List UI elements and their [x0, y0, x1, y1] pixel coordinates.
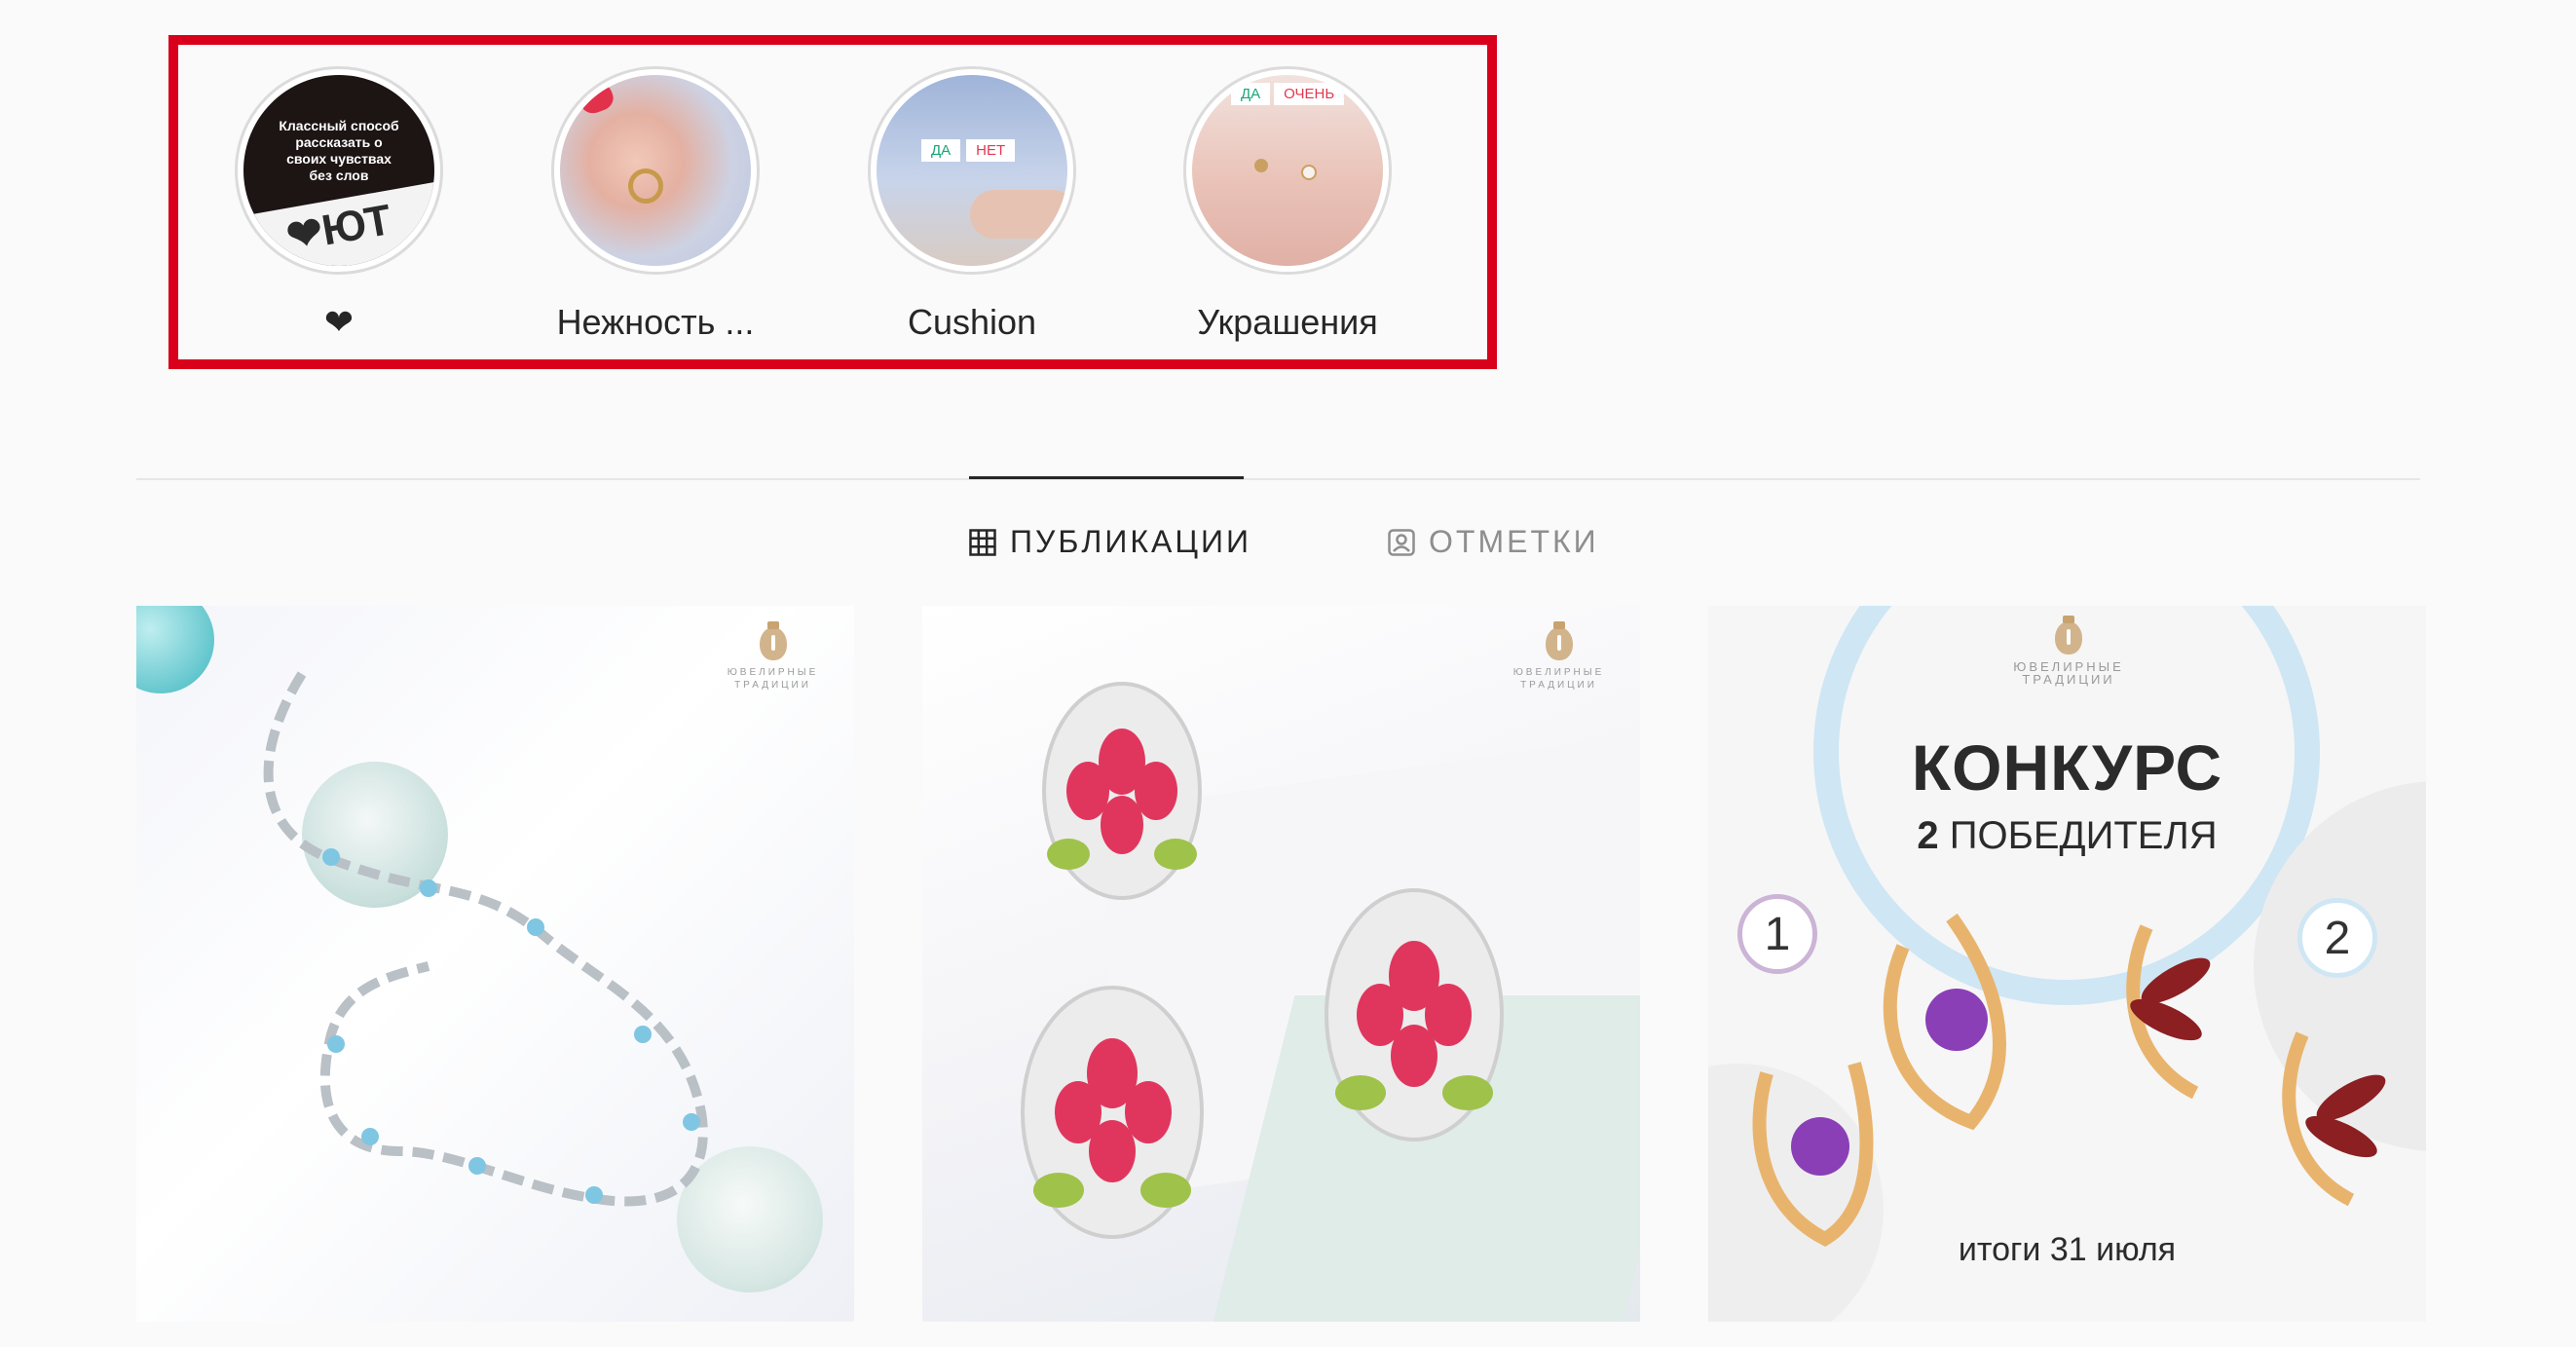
highlight-label: Нежность ... — [556, 302, 755, 342]
poll-option-yes: ДА — [921, 139, 961, 162]
contest-footer: итоги 31 июля — [1958, 1231, 2177, 1268]
grid-icon — [969, 528, 996, 556]
brand-logo: ЮВЕЛИРНЫЕ ТРАДИЦИИ — [691, 621, 854, 692]
highlight-label: Украшения — [1197, 302, 1378, 342]
post-2[interactable]: ЮВЕЛИРНЫЕ ТРАДИЦИИ — [922, 606, 1640, 1322]
tab-tagged[interactable]: ОТМЕТКИ — [1388, 524, 1599, 560]
tagged-icon — [1388, 528, 1415, 556]
poll-option-yes: ДА — [1231, 83, 1271, 105]
highlight-cover-ring — [551, 66, 760, 275]
ring-and-earrings-image — [1021, 682, 1504, 1239]
brand-logo: ЮВЕЛИРНЫЕ ТРАДИЦИИ — [1477, 621, 1640, 692]
highlight-2[interactable]: Нежность ... — [551, 66, 760, 343]
highlight-cover-ring: Классный способ рассказать о своих чувст… — [235, 66, 443, 275]
poll-option-other: ОЧЕНЬ — [1274, 83, 1345, 105]
poll-option-no: НЕТ — [966, 139, 1016, 162]
highlight-cover-text: Классный способ рассказать о своих чувст… — [279, 118, 399, 183]
highlight-cover-ring: ДА ОЧЕНЬ — [1183, 66, 1392, 275]
brand-text: ЮВЕЛИРНЫЕ ТРАДИЦИИ — [727, 667, 819, 691]
active-tab-indicator — [969, 476, 1244, 479]
highlight-3[interactable]: ДА НЕТ Cushion — [868, 66, 1076, 343]
highlight-label: Cushion — [907, 302, 1037, 342]
bracelet-image — [263, 671, 708, 1207]
highlight-cover-image: ДА ОЧЕНЬ — [1192, 75, 1383, 266]
post-1[interactable]: ЮВЕЛИРНЫЕ ТРАДИЦИИ — [136, 606, 854, 1322]
earrings-prize-image — [1752, 913, 2386, 1247]
highlight-cover-image: Классный способ рассказать о своих чувст… — [243, 75, 434, 266]
tab-publications[interactable]: ПУБЛИКАЦИИ — [969, 524, 1251, 560]
brand-text: ЮВЕЛИРНЫЕ ТРАДИЦИИ — [1512, 667, 1605, 691]
highlight-4[interactable]: ДА ОЧЕНЬ Украшения — [1183, 66, 1392, 343]
tab-label: ОТМЕТКИ — [1429, 524, 1599, 559]
highlight-cover-image: ДА НЕТ — [877, 75, 1067, 266]
post-3[interactable]: ЮВЕЛИРНЫЕ ТРАДИЦИИ КОНКУРС 2 ПОБЕДИТЕЛЯ … — [1708, 606, 2426, 1322]
highlight-1[interactable]: Классный способ рассказать о своих чувст… — [235, 66, 443, 343]
tab-label: ПУБЛИКАЦИИ — [1010, 524, 1251, 559]
highlight-cover-image — [560, 75, 751, 266]
highlight-label: ❤ — [323, 302, 355, 342]
tabs-divider — [136, 478, 2420, 480]
highlight-cover-ring: ДА НЕТ — [868, 66, 1076, 275]
